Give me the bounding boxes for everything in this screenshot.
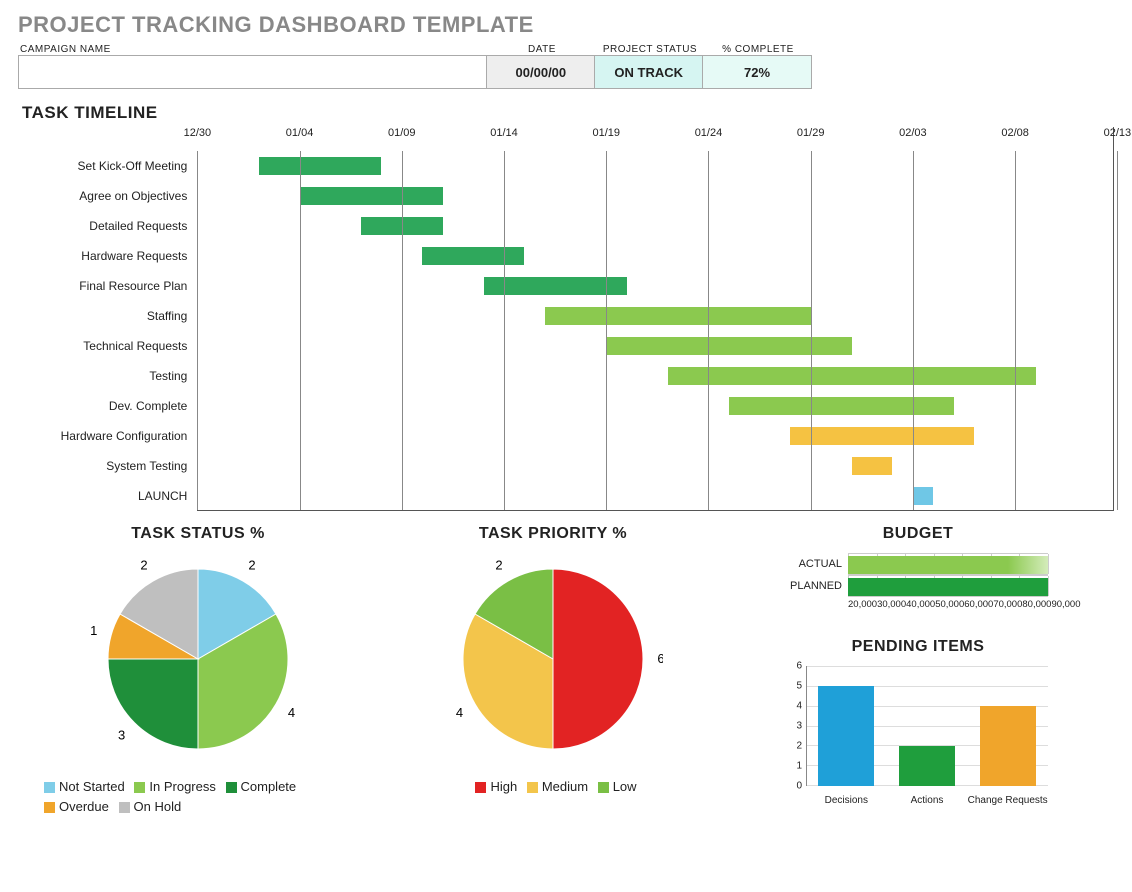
pie-label: 1: [90, 623, 97, 638]
priority-pie: 6 4 2: [443, 549, 663, 769]
gantt-task-label: Detailed Requests: [18, 211, 197, 241]
pending-xlabel: Decisions: [801, 795, 891, 806]
date-field[interactable]: 00/00/00: [487, 56, 595, 88]
legend-in-progress: In Progress: [149, 779, 215, 794]
gantt-tick: 01/14: [490, 127, 518, 139]
budget-tick: 70,000: [993, 599, 1022, 610]
pending-bar: [980, 706, 1036, 786]
label-date: DATE: [488, 44, 596, 55]
budget-tick: 60,000: [964, 599, 993, 610]
budget-title: BUDGET: [883, 525, 954, 543]
gantt-task-label: Hardware Configuration: [18, 421, 197, 451]
pie-label: 2: [248, 557, 255, 572]
gantt-task-label: Testing: [18, 361, 197, 391]
budget-tick: 90,000: [1051, 599, 1080, 610]
gantt-tick: 12/30: [184, 127, 212, 139]
status-field[interactable]: ON TRACK: [595, 56, 703, 88]
pie-label: 3: [118, 727, 125, 742]
legend-high: High: [490, 779, 517, 794]
pending-xlabel: Actions: [882, 795, 972, 806]
pending-chart: 0123456DecisionsActionsChange Requests: [788, 666, 1048, 806]
gantt-task-label: Final Resource Plan: [18, 271, 197, 301]
gantt-tick: 01/29: [797, 127, 825, 139]
budget-tick: 20,000: [848, 599, 877, 610]
gantt-tick: 01/09: [388, 127, 416, 139]
label-campaign-name: CAMPAIGN NAME: [18, 44, 488, 55]
page-title: PROJECT TRACKING DASHBOARD TEMPLATE: [18, 12, 1114, 38]
pie-label: 6: [657, 651, 663, 666]
legend-not-started: Not Started: [59, 779, 125, 794]
pending-ytick: 1: [788, 761, 802, 772]
priority-title: TASK PRIORITY %: [479, 525, 627, 543]
gantt-task-label: Dev. Complete: [18, 391, 197, 421]
campaign-name-field[interactable]: [19, 56, 487, 88]
gantt-bar: [259, 157, 382, 175]
gantt-bar: [913, 487, 933, 505]
gantt-bar: [852, 457, 893, 475]
gantt-bar: [300, 187, 443, 205]
pending-ytick: 4: [788, 701, 802, 712]
gantt-tick: 01/04: [286, 127, 314, 139]
budget-bar: [848, 556, 1048, 574]
pending-ytick: 5: [788, 681, 802, 692]
status-legend: Not Started In Progress Complete Overdue…: [38, 777, 358, 816]
legend-overdue: Overdue: [59, 799, 109, 814]
budget-tick: 40,000: [906, 599, 935, 610]
gantt-task-label: Staffing: [18, 301, 197, 331]
gantt-task-label: LAUNCH: [18, 481, 197, 511]
pct-complete-field[interactable]: 72%: [703, 56, 811, 88]
label-status: PROJECT STATUS: [596, 44, 704, 55]
budget-tick: 80,000: [1022, 599, 1051, 610]
gantt-task-label: Hardware Requests: [18, 241, 197, 271]
legend-on-hold: On Hold: [134, 799, 182, 814]
pending-bar: [818, 686, 874, 786]
pending-ytick: 0: [788, 781, 802, 792]
gantt-bar: [545, 307, 811, 325]
pie-label: 2: [140, 557, 147, 572]
gantt-bar: [790, 427, 974, 445]
pending-xlabel: Change Requests: [963, 795, 1053, 806]
budget-chart: ACTUAL PLANNED20,00030,00040,00050,00060,…: [788, 553, 1048, 610]
pie-slice: [553, 569, 643, 749]
pending-ytick: 6: [788, 661, 802, 672]
pending-title: PENDING ITEMS: [852, 638, 985, 656]
gantt-bar: [606, 337, 851, 355]
gantt-bar: [668, 367, 1036, 385]
pie-label: 4: [456, 705, 463, 720]
gantt-task-label: System Testing: [18, 451, 197, 481]
gantt-task-label: Technical Requests: [18, 331, 197, 361]
budget-label: PLANNED: [788, 580, 848, 592]
pending-ytick: 3: [788, 721, 802, 732]
pending-ytick: 2: [788, 741, 802, 752]
legend-complete: Complete: [241, 779, 297, 794]
gantt-tick: 01/24: [695, 127, 723, 139]
gantt-task-label: Agree on Objectives: [18, 181, 197, 211]
budget-tick: 50,000: [935, 599, 964, 610]
budget-tick: 30,000: [877, 599, 906, 610]
status-title: TASK STATUS %: [131, 525, 265, 543]
pie-label: 4: [288, 705, 295, 720]
gantt-bar: [422, 247, 524, 265]
legend-medium: Medium: [542, 779, 588, 794]
gantt-bar: [729, 397, 954, 415]
gantt-tick: 02/08: [1001, 127, 1029, 139]
gantt-tick: 01/19: [592, 127, 620, 139]
pie-label: 2: [495, 557, 502, 572]
gantt-tick: 02/13: [1104, 127, 1132, 139]
gantt-task-label: Set Kick-Off Meeting: [18, 151, 197, 181]
legend-low: Low: [613, 779, 637, 794]
status-pie: 2 4 3 1 2: [88, 549, 308, 769]
gantt-bar: [484, 277, 627, 295]
gantt-tick: 02/03: [899, 127, 927, 139]
header-labels: CAMPAIGN NAME DATE PROJECT STATUS % COMP…: [18, 44, 1114, 55]
header-values: 00/00/00 ON TRACK 72%: [18, 55, 812, 89]
section-timeline: TASK TIMELINE: [22, 103, 1114, 123]
label-pct: % COMPLETE: [704, 44, 812, 55]
budget-bar: [848, 578, 1048, 596]
budget-label: ACTUAL: [788, 558, 848, 570]
pending-bar: [899, 746, 955, 786]
priority-legend: High Medium Low: [393, 777, 713, 797]
gantt-chart: Set Kick-Off MeetingAgree on ObjectivesD…: [18, 127, 1114, 511]
